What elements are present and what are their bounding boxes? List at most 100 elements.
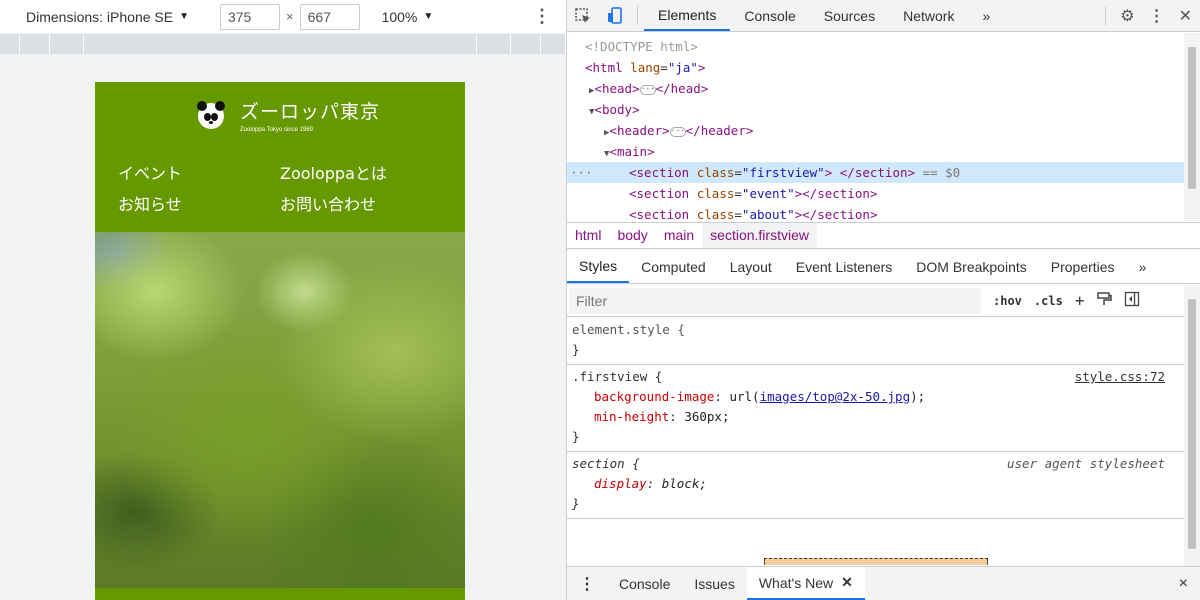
ruler-segment[interactable] — [477, 34, 511, 54]
height-input[interactable]: 667 — [299, 3, 360, 30]
breadcrumb: html body main section.firstview — [567, 222, 1200, 249]
rule-firstview[interactable]: .firstview { style.css:72 background-ima… — [567, 365, 1184, 452]
tag-name: head — [670, 81, 701, 96]
dom-node-body[interactable]: ▼<body> — [567, 99, 1184, 120]
drawer-tab-whats-new[interactable]: What's New ✕ — [746, 567, 865, 600]
site-logo[interactable]: ズーロッパ東京 Zooloppa Tokyo since 1969 — [196, 97, 380, 133]
device-toggle-icon[interactable] — [599, 0, 631, 31]
attr-value: "ja" — [667, 60, 698, 75]
tab-sources[interactable]: Sources — [810, 0, 889, 31]
rule-selector: element.style { — [572, 322, 685, 337]
declaration-min-height[interactable]: min-height: 360px; — [572, 407, 1184, 427]
device-viewport-pane: Dimensions: iPhone SE ▼ 375 × 667 100% ▼… — [0, 0, 566, 600]
drawer-tab-issues[interactable]: Issues — [682, 567, 746, 600]
tab-console[interactable]: Console — [730, 0, 809, 31]
ruler-segment[interactable] — [20, 34, 50, 54]
drawer-menu-icon[interactable]: ⋮ — [567, 567, 607, 600]
close-icon[interactable]: ✕ — [1179, 6, 1192, 26]
dom-node-section-firstview[interactable]: ··· <section class="firstview"> </section… — [567, 162, 1184, 183]
site-header: ズーロッパ東京 Zooloppa Tokyo since 1969 イベント Z… — [95, 82, 465, 232]
attr-name: lang — [630, 60, 661, 75]
tab-event-listeners[interactable]: Event Listeners — [784, 250, 905, 283]
drawer-tabbar: ⋮ Console Issues What's New ✕ × — [567, 566, 1200, 600]
nav-link-event[interactable]: イベント — [118, 160, 280, 183]
dom-node-head[interactable]: ▶<head>···</head> — [567, 78, 1184, 99]
ellipsis-icon[interactable]: ··· — [639, 84, 656, 95]
dom-node-doctype[interactable]: <!DOCTYPE html> — [567, 36, 1184, 57]
ruler-segment[interactable] — [0, 34, 20, 54]
close-icon[interactable]: × — [1179, 575, 1188, 593]
tag-name: head — [601, 81, 633, 96]
node-gutter-ellipsis[interactable]: ··· — [567, 162, 629, 183]
image-url-link[interactable]: images/top@2x-50.jpg — [760, 389, 911, 404]
breadcrumb-section[interactable]: section.firstview — [702, 223, 817, 248]
tab-dom-breakpoints[interactable]: DOM Breakpoints — [904, 250, 1038, 283]
tag-name: html — [592, 60, 623, 75]
site-nav: イベント Zooloppaとは お知らせ お問い合わせ — [118, 160, 440, 214]
close-tab-icon[interactable]: ✕ — [841, 574, 853, 591]
ruler-segment[interactable] — [50, 34, 84, 54]
inspect-element-icon[interactable] — [567, 0, 599, 31]
hov-toggle[interactable]: :hov — [993, 294, 1022, 308]
styles-tabbar: Styles Computed Layout Event Listeners D… — [567, 250, 1200, 284]
dom-tree: <!DOCTYPE html> <html lang="ja"> ▶<head>… — [567, 33, 1184, 221]
width-input[interactable]: 375 — [219, 3, 280, 30]
rule-source-link[interactable]: style.css:72 — [1075, 369, 1165, 384]
firstview-hero-image — [95, 232, 465, 588]
drawer-tab-console[interactable]: Console — [607, 567, 682, 600]
cls-toggle[interactable]: .cls — [1034, 294, 1063, 308]
ellipsis-icon[interactable]: ··· — [669, 126, 686, 137]
rule-close-brace: } — [572, 496, 580, 511]
declaration-background-image[interactable]: background-image: url(images/top@2x-50.j… — [572, 387, 1184, 407]
tab-computed[interactable]: Computed — [629, 250, 718, 283]
dom-tree-scrollbar[interactable] — [1184, 33, 1200, 221]
more-tabs-icon[interactable]: » — [968, 0, 1004, 31]
ruler-segment[interactable] — [511, 34, 541, 54]
breadcrumb-html[interactable]: html — [567, 223, 609, 248]
styles-scrollbar[interactable] — [1184, 285, 1200, 566]
devtools-tabbar: Elements Console Sources Network » ⚙ ⋮ ✕ — [567, 0, 1200, 32]
tag-name: section — [636, 207, 690, 221]
breadcrumb-main[interactable]: main — [656, 223, 702, 248]
device-select[interactable]: Dimensions: iPhone SE ▼ — [26, 9, 189, 25]
ruler-segment[interactable] — [541, 34, 566, 54]
more-options-icon[interactable]: ⋮ — [533, 6, 551, 27]
new-rule-icon[interactable]: + — [1075, 291, 1085, 310]
tag-name: section — [636, 186, 690, 201]
dom-node-header[interactable]: ▶<header>···</header> — [567, 120, 1184, 141]
tab-layout[interactable]: Layout — [718, 250, 784, 283]
dom-node-main[interactable]: ▼<main> — [567, 141, 1184, 162]
device-toolbar: Dimensions: iPhone SE ▼ 375 × 667 100% ▼… — [0, 0, 566, 33]
rule-source-label: user agent stylesheet — [1006, 456, 1165, 471]
tab-properties[interactable]: Properties — [1039, 250, 1127, 283]
more-tabs-icon[interactable]: » — [1127, 250, 1159, 283]
attr-name: class — [696, 165, 735, 180]
nav-link-contact[interactable]: お問い合わせ — [280, 191, 440, 214]
sidebar-toggle-icon[interactable] — [1124, 291, 1140, 310]
doctype-text: <!DOCTYPE html> — [585, 39, 698, 54]
tag-name: header — [700, 123, 746, 138]
nav-link-news[interactable]: お知らせ — [118, 191, 280, 214]
tab-network[interactable]: Network — [889, 0, 968, 31]
rule-section-user-agent[interactable]: section { user agent stylesheet display:… — [567, 452, 1184, 519]
emulated-device-page: ズーロッパ東京 Zooloppa Tokyo since 1969 イベント Z… — [95, 82, 465, 600]
attr-value: "firstview" — [741, 165, 825, 180]
filter-input[interactable]: Filter — [569, 287, 981, 314]
zoom-select[interactable]: 100% ▼ — [382, 9, 434, 25]
tab-elements[interactable]: Elements — [644, 0, 731, 31]
tab-styles[interactable]: Styles — [567, 250, 630, 283]
dom-node-html[interactable]: <html lang="ja"> — [567, 57, 1184, 78]
dom-node-section-event[interactable]: <section class="event"></section> — [567, 183, 1184, 204]
property-name: min-height — [594, 409, 670, 424]
gear-icon[interactable]: ⚙ — [1120, 6, 1134, 26]
devtools-actions: ⚙ ⋮ ✕ — [1105, 0, 1192, 31]
paint-roller-icon[interactable] — [1096, 291, 1113, 310]
nav-link-about[interactable]: Zooloppaとは — [280, 160, 440, 183]
more-options-icon[interactable]: ⋮ — [1149, 6, 1165, 26]
dom-node-section-about[interactable]: <section class="about"></section> — [567, 204, 1184, 221]
ruler-segment[interactable] — [84, 34, 477, 54]
caret-down-icon: ▼ — [423, 11, 434, 22]
rule-element-style[interactable]: element.style { } — [567, 318, 1184, 365]
breadcrumb-body[interactable]: body — [609, 223, 655, 248]
property-value: block; — [661, 476, 707, 491]
